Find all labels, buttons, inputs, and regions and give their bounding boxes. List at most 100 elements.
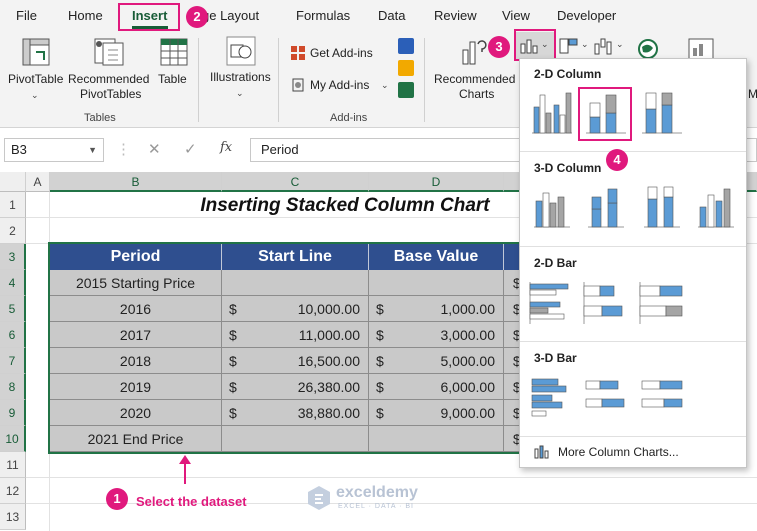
insert-tab-highlight (118, 3, 180, 31)
column-chart-dropdown: 2-D Column 3-D Column 2-D Bar 3-D Bar Mo… (519, 58, 747, 468)
cell-period[interactable]: 2017 (50, 322, 222, 348)
row-header[interactable]: 6 (0, 322, 26, 348)
header-period[interactable]: Period (50, 244, 222, 270)
cell-start-line[interactable] (222, 270, 369, 296)
row-header[interactable]: 9 (0, 400, 26, 426)
row-header[interactable]: 4 (0, 270, 26, 296)
row-header[interactable]: 2 (0, 218, 26, 244)
tab-page-layout[interactable]: ge Layout (202, 8, 259, 23)
recommended-pivot-label-2: PivotTables (80, 87, 142, 101)
visio-icon[interactable] (398, 38, 414, 54)
cell-base-value[interactable]: $6,000.00 (369, 374, 504, 400)
tab-developer[interactable]: Developer (557, 8, 616, 23)
column-header-b[interactable]: B (50, 172, 222, 192)
sheet-title[interactable]: Inserting Stacked Column Chart (120, 192, 570, 218)
stacked-bar-icon[interactable] (582, 278, 630, 326)
tab-view[interactable]: View (502, 8, 530, 23)
cell-base-value[interactable]: $1,000.00 (369, 296, 504, 322)
column-header-a[interactable]: A (26, 172, 50, 192)
enter-icon[interactable]: ✓ (184, 140, 197, 158)
cell-start-line[interactable]: $26,380.00 (222, 374, 369, 400)
row-header[interactable]: 12 (0, 478, 26, 504)
hierarchy-chart-icon[interactable] (559, 38, 579, 54)
exceldemy-logo-icon (308, 486, 330, 510)
cell-base-value[interactable] (369, 426, 504, 452)
3d-percent-stacked-bar-icon[interactable] (638, 373, 686, 421)
tab-data[interactable]: Data (378, 8, 405, 23)
pivot-chart-icon[interactable] (688, 38, 714, 60)
row-header[interactable]: 13 (0, 504, 26, 530)
pivot-table-label: PivotTable (8, 72, 64, 86)
cell-period[interactable]: 2015 Starting Price (50, 270, 222, 296)
tab-home[interactable]: Home (68, 8, 103, 23)
cell-base-value[interactable]: $5,000.00 (369, 348, 504, 374)
cell-extra[interactable]: $ (504, 296, 521, 322)
row-header[interactable]: 1 (0, 192, 26, 218)
select-all-corner[interactable] (0, 172, 26, 192)
illustrations-icon (226, 36, 256, 66)
cell-extra[interactable]: $ (504, 374, 521, 400)
3d-stacked-bar-icon[interactable] (582, 373, 630, 421)
recommended-charts-label-1: Recommended (434, 72, 516, 86)
cell-period[interactable]: 2016 (50, 296, 222, 322)
percent-stacked-bar-icon[interactable] (638, 278, 686, 326)
cell-extra[interactable]: $ (504, 270, 521, 296)
column-header-d[interactable]: D (369, 172, 504, 192)
group-label-addins: Add-ins (330, 112, 368, 124)
section-2d-column: 2-D Column (534, 67, 602, 81)
clustered-column-icon[interactable] (528, 89, 576, 137)
store-icon (291, 46, 305, 60)
clustered-bar-icon[interactable] (528, 278, 576, 326)
tab-file[interactable]: File (16, 8, 37, 23)
data-table[interactable]: Period Start Line Base Value 2015 Starti… (50, 244, 521, 452)
cell-extra[interactable]: $ (504, 426, 521, 452)
3d-percent-stacked-column-icon[interactable] (638, 183, 686, 231)
insert-function-icon[interactable]: fx (220, 140, 232, 155)
bing-icon[interactable] (398, 60, 414, 76)
3d-clustered-bar-icon[interactable] (528, 373, 576, 421)
row-header[interactable]: 7 (0, 348, 26, 374)
3d-stacked-column-icon[interactable] (582, 183, 630, 231)
people-graph-icon[interactable] (398, 82, 414, 98)
cancel-icon[interactable]: ✕ (148, 140, 161, 158)
cell-start-line[interactable]: $38,880.00 (222, 400, 369, 426)
column-header-c[interactable]: C (222, 172, 369, 192)
row-header[interactable]: 5 (0, 296, 26, 322)
cell-period[interactable]: 2020 (50, 400, 222, 426)
cell-extra[interactable]: $ (504, 322, 521, 348)
cell-base-value[interactable]: $3,000.00 (369, 322, 504, 348)
recommended-charts-label-2: Charts (459, 87, 495, 101)
section-3d-bar: 3-D Bar (534, 351, 577, 365)
cell-start-line[interactable]: $10,000.00 (222, 296, 369, 322)
waterfall-chart-icon[interactable] (593, 36, 615, 56)
get-addins-label: Get Add-ins (310, 46, 373, 60)
cell-base-value[interactable] (369, 270, 504, 296)
tab-formulas[interactable]: Formulas (296, 8, 350, 23)
cell-period[interactable]: 2021 End Price (50, 426, 222, 452)
gridline (26, 477, 757, 478)
row-header[interactable]: 11 (0, 452, 26, 478)
percent-stacked-column-icon[interactable] (638, 89, 686, 137)
step-badge-3: 3 (488, 36, 510, 58)
cell-extra[interactable]: $ (504, 400, 521, 426)
maps-icon[interactable] (637, 38, 659, 60)
3d-column-icon[interactable] (692, 183, 740, 231)
3d-clustered-column-icon[interactable] (528, 183, 576, 231)
cell-period[interactable]: 2018 (50, 348, 222, 374)
row-header[interactable]: 10 (0, 426, 26, 452)
cell-start-line[interactable] (222, 426, 369, 452)
row-header[interactable]: 8 (0, 374, 26, 400)
cell-extra[interactable]: $ (504, 348, 521, 374)
column-chart-icon (534, 445, 549, 459)
header-base-value[interactable]: Base Value (369, 244, 504, 270)
cell-base-value[interactable]: $9,000.00 (369, 400, 504, 426)
cell-start-line[interactable]: $16,500.00 (222, 348, 369, 374)
cell-start-line[interactable]: $11,000.00 (222, 322, 369, 348)
tab-review[interactable]: Review (434, 8, 477, 23)
divider (520, 341, 746, 342)
header-extra[interactable] (504, 244, 520, 270)
header-start-line[interactable]: Start Line (222, 244, 369, 270)
row-header[interactable]: 3 (0, 244, 26, 270)
cell-period[interactable]: 2019 (50, 374, 222, 400)
name-box[interactable]: B3 ▼ (4, 138, 104, 162)
